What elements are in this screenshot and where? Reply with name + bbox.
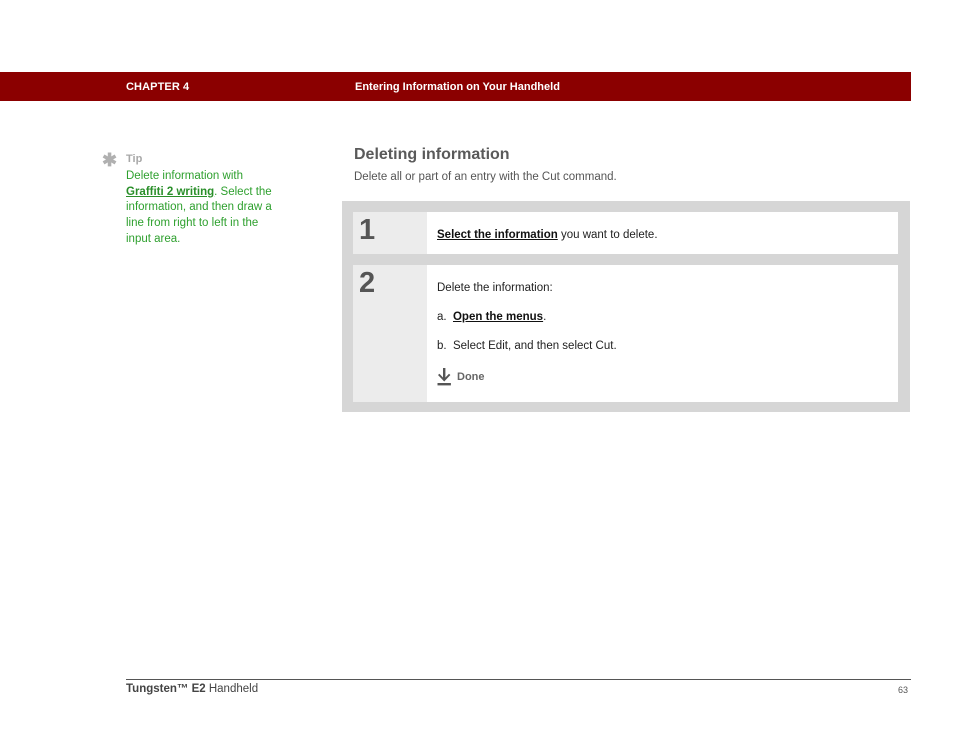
done-marker: Done — [437, 368, 485, 386]
open-menus-link[interactable]: Open the menus — [453, 311, 543, 323]
step-number: 1 — [359, 214, 376, 246]
section-subtitle: Delete all or part of an entry with the … — [354, 171, 617, 183]
select-information-link[interactable]: Select the information — [437, 229, 558, 241]
sub-step-b: b. Select Edit, and then select Cut. — [437, 340, 617, 352]
step-intro: Delete the information: — [437, 282, 553, 294]
sub-step-a: a. Open the menus. — [437, 311, 546, 323]
done-label: Done — [457, 371, 485, 383]
footer-divider — [126, 679, 911, 680]
step-text: you want to delete. — [557, 229, 658, 241]
down-arrow-icon — [437, 368, 451, 386]
step-number: 2 — [359, 267, 376, 299]
asterisk-icon: ✱ — [102, 150, 118, 170]
sub-step-text: Select Edit, and then select Cut. — [452, 340, 617, 352]
section-title: Deleting information — [354, 146, 510, 163]
sub-step-suffix: . — [543, 311, 547, 323]
footer-product: Tungsten™ E2 Handheld — [126, 683, 258, 695]
chapter-title: Entering Information on Your Handheld — [355, 81, 560, 93]
chapter-label: CHAPTER 4 — [126, 81, 190, 93]
step-1: 1 Select the information you want to del… — [353, 212, 898, 254]
sub-step-prefix: a. — [437, 311, 447, 323]
product-type: Handheld — [205, 683, 259, 695]
tip-label: Tip — [126, 153, 143, 165]
product-name: Tungsten™ E2 — [126, 683, 206, 695]
sub-step-prefix: b. — [437, 340, 447, 352]
step-2: 2 Delete the information: a. Open the me… — [353, 265, 898, 402]
tip-text-before: Delete information with — [126, 170, 243, 182]
graffiti-writing-link[interactable]: Graffiti 2 writing — [126, 186, 214, 198]
tip-text: Delete information with Graffiti 2 writi… — [126, 169, 276, 248]
page-number: 63 — [898, 685, 909, 695]
step-number-cell: 1 — [353, 212, 427, 254]
steps-box: 1 Select the information you want to del… — [342, 201, 910, 412]
step-number-cell: 2 — [353, 265, 427, 402]
